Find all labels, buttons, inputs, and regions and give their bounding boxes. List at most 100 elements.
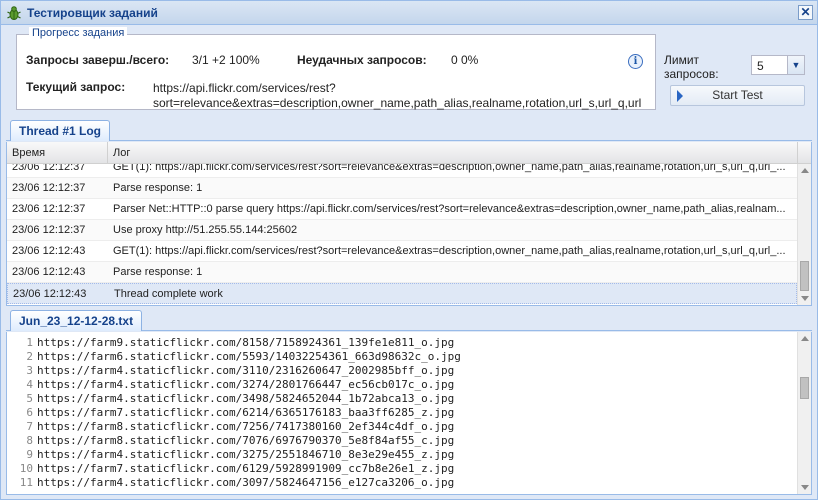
- tab-thread-log[interactable]: Thread #1 Log: [10, 120, 111, 141]
- scroll-down-icon[interactable]: [801, 485, 809, 490]
- code-line: 11 https://farm4.staticflickr.com/3097/58…: [7, 476, 797, 490]
- file-viewer[interactable]: 1 https://farm9.staticflickr.com/8158/715…: [6, 332, 812, 495]
- current-request-url: https://api.flickr.com/services/rest? so…: [153, 81, 651, 111]
- log-tab-strip: Thread #1 Log: [6, 118, 812, 141]
- line-text: https://farm4.staticflickr.com/3275/2551…: [37, 448, 455, 461]
- row-time: 23/06 12:12:37: [12, 164, 86, 173]
- row-time: 23/06 12:12:43: [12, 266, 86, 278]
- code-line: 7 https://farm8.staticflickr.com/7256/741…: [7, 420, 797, 434]
- line-number: 8: [26, 434, 33, 447]
- table-row[interactable]: 23/06 12:12:37 GET(1): https://api.flick…: [7, 164, 797, 178]
- code-line: 1 https://farm9.staticflickr.com/8158/715…: [7, 336, 797, 350]
- status-panel: Прогресс задания Запросы заверш./всего: …: [6, 27, 812, 114]
- table-row[interactable]: 23/06 12:12:37 Use proxy http://51.255.5…: [7, 220, 797, 241]
- current-request-label: Текущий запрос:: [26, 80, 126, 94]
- row-log: GET(1): https://api.flickr.com/services/…: [113, 245, 786, 257]
- current-url-line-1: https://api.flickr.com/services/rest?: [153, 81, 336, 95]
- progress-fieldset: Прогресс задания Запросы заверш./всего: …: [16, 27, 656, 111]
- table-row[interactable]: 23/06 12:12:43 GET(1): https://api.flick…: [7, 241, 797, 262]
- file-tab-strip: Jun_23_12-12-28.txt: [6, 308, 812, 331]
- completed-label: Запросы заверш./всего:: [26, 53, 170, 67]
- code-line: 9 https://farm4.staticflickr.com/3275/255…: [7, 448, 797, 462]
- line-number: 10: [19, 462, 33, 475]
- code-line: 2 https://farm6.staticflickr.com/5593/140…: [7, 350, 797, 364]
- start-test-button[interactable]: Start Test: [670, 85, 805, 106]
- scroll-down-icon[interactable]: [801, 296, 809, 301]
- bug-icon: [7, 6, 21, 20]
- row-time: 23/06 12:12:43: [13, 288, 87, 300]
- close-button[interactable]: ✕: [798, 5, 813, 20]
- failed-label: Неудачных запросов:: [297, 53, 427, 67]
- code-line: 5 https://farm4.staticflickr.com/3498/582…: [7, 392, 797, 406]
- column-separator[interactable]: [797, 142, 798, 164]
- code-line: 4 https://farm4.staticflickr.com/3274/280…: [7, 378, 797, 392]
- line-number: 2: [26, 350, 33, 363]
- row-log: Thread complete work: [114, 288, 223, 300]
- table-row[interactable]: 23/06 12:12:37 Parse response: 1: [7, 178, 797, 199]
- line-number: 9: [26, 448, 33, 461]
- scroll-thumb[interactable]: [800, 377, 809, 399]
- row-log: Parse response: 1: [113, 182, 203, 194]
- scroll-thumb[interactable]: [800, 261, 809, 291]
- completed-value: 3/1 +2 100%: [192, 53, 260, 67]
- code-line: 3 https://farm4.staticflickr.com/3110/231…: [7, 364, 797, 378]
- row-log: Use proxy http://51.255.55.144:25602: [113, 224, 298, 236]
- line-number: 5: [26, 392, 33, 405]
- line-number: 4: [26, 378, 33, 391]
- window-title: Тестировщик заданий: [27, 6, 158, 20]
- row-log: GET(1): https://api.flickr.com/services/…: [113, 164, 786, 173]
- line-text: https://farm9.staticflickr.com/8158/7158…: [37, 336, 455, 349]
- limit-label-line-2: запросов:: [664, 67, 719, 81]
- grid-body: 23/06 12:12:37 GET(1): https://api.flick…: [7, 164, 797, 304]
- tab-result-file[interactable]: Jun_23_12-12-28.txt: [10, 310, 143, 331]
- code-line: 6 https://farm7.staticflickr.com/6214/636…: [7, 406, 797, 420]
- code-line: 8 https://farm8.staticflickr.com/7076/697…: [7, 434, 797, 448]
- line-text: https://farm4.staticflickr.com/3110/2316…: [37, 364, 455, 377]
- current-url-line-2: sort=relevance&extras=description,owner_…: [153, 96, 642, 110]
- line-text: https://farm4.staticflickr.com/3498/5824…: [37, 392, 455, 405]
- log-scrollbar[interactable]: [797, 164, 811, 305]
- request-limit-label: Лимит запросов:: [664, 53, 719, 81]
- file-scrollbar[interactable]: [797, 332, 811, 494]
- table-row-selected[interactable]: 23/06 12:12:43 Thread complete work: [7, 283, 797, 304]
- limit-label-line-1: Лимит: [664, 53, 700, 67]
- row-time: 23/06 12:12:37: [12, 182, 86, 194]
- request-limit-select[interactable]: 5 ▼: [751, 55, 805, 75]
- line-text: https://farm6.staticflickr.com/5593/1403…: [37, 350, 461, 363]
- line-number: 7: [26, 420, 33, 433]
- column-header-log[interactable]: Лог: [108, 142, 798, 164]
- code-lines: 1 https://farm9.staticflickr.com/8158/715…: [7, 336, 797, 490]
- progress-legend: Прогресс задания: [29, 27, 128, 39]
- log-grid: Время Лог 23/06 12:12:37 GET(1): https:/…: [6, 142, 812, 306]
- request-limit-value: 5: [757, 59, 764, 73]
- line-text: https://farm4.staticflickr.com/3274/2801…: [37, 378, 455, 391]
- grid-header: Время Лог: [7, 142, 811, 164]
- code-line: 10 https://farm7.staticflickr.com/6129/59…: [7, 462, 797, 476]
- scroll-up-icon[interactable]: [801, 336, 809, 341]
- table-row[interactable]: 23/06 12:12:37 Parser Net::HTTP::0 parse…: [7, 199, 797, 220]
- start-test-label: Start Test: [712, 88, 763, 102]
- title-bar: Тестировщик заданий ✕: [1, 1, 817, 25]
- line-number: 6: [26, 406, 33, 419]
- line-number: 1: [26, 336, 33, 349]
- row-time: 23/06 12:12:43: [12, 245, 86, 257]
- row-log: Parse response: 1: [113, 266, 203, 278]
- line-text: https://farm8.staticflickr.com/7256/7417…: [37, 420, 455, 433]
- scroll-up-icon[interactable]: [801, 168, 809, 173]
- line-number: 3: [26, 364, 33, 377]
- line-text: https://farm7.staticflickr.com/6214/6365…: [37, 406, 455, 419]
- row-time: 23/06 12:12:37: [12, 203, 86, 215]
- failed-value: 0 0%: [451, 53, 479, 67]
- task-tester-window: Тестировщик заданий ✕ Прогресс задания З…: [0, 0, 818, 500]
- info-icon[interactable]: i: [628, 54, 643, 69]
- line-text: https://farm4.staticflickr.com/3097/5824…: [37, 476, 455, 489]
- line-text: https://farm8.staticflickr.com/7076/6976…: [37, 434, 455, 447]
- chevron-down-icon[interactable]: ▼: [787, 56, 804, 74]
- table-row[interactable]: 23/06 12:12:43 Parse response: 1: [7, 262, 797, 283]
- row-log: Parser Net::HTTP::0 parse query https://…: [113, 203, 786, 215]
- line-text: https://farm7.staticflickr.com/6129/5928…: [37, 462, 455, 475]
- play-icon: [677, 90, 683, 102]
- line-number: 11: [19, 476, 33, 489]
- column-header-time[interactable]: Время: [7, 142, 107, 164]
- row-time: 23/06 12:12:37: [12, 224, 86, 236]
